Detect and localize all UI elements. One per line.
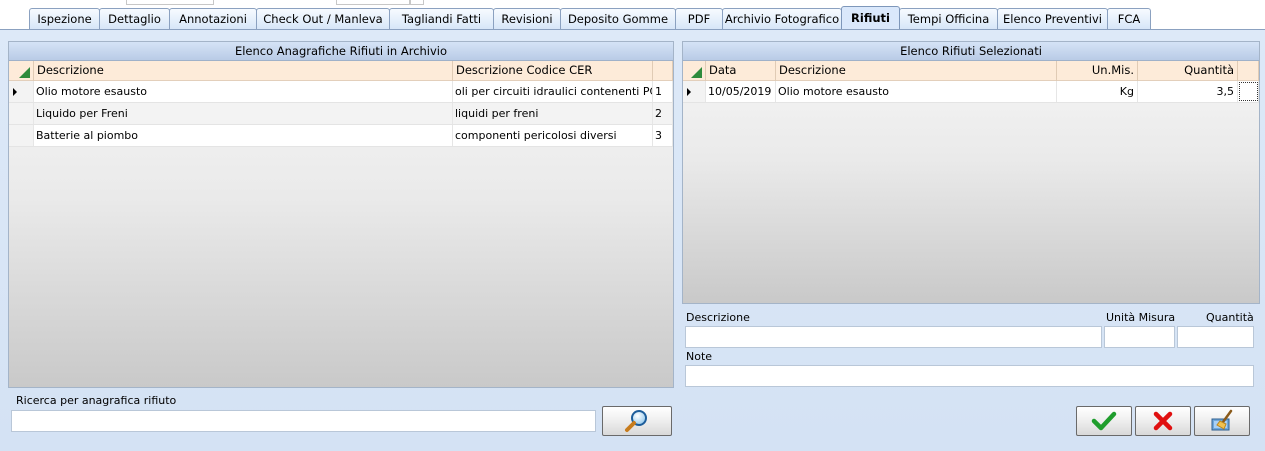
column-header-id[interactable] [653, 61, 673, 81]
row-cer[interactable]: liquidi per freni [453, 103, 653, 124]
quantita-label: Quantità [1206, 311, 1254, 324]
row-descrizione[interactable]: Liquido per Freni [34, 103, 453, 124]
rifiuti-panel: Elenco Anagrafiche Rifiuti in Archivio D… [0, 29, 1265, 451]
table-row[interactable]: Liquido per Freni liquidi per freni 2 [9, 103, 673, 125]
tab-deposito-gomme[interactable]: Deposito Gomme [560, 8, 676, 29]
row-pointer-icon[interactable] [9, 81, 34, 102]
descrizione-label: Descrizione [686, 311, 750, 324]
red-x-icon [1153, 411, 1173, 431]
row-descrizione[interactable]: Olio motore esausto [34, 81, 453, 102]
rifiuti-selezionati-grid[interactable]: Elenco Rifiuti Selezionati Data Descrizi… [682, 41, 1260, 304]
unita-misura-field[interactable] [1104, 326, 1175, 348]
tab-rifiuti[interactable]: Rifiuti [841, 6, 900, 29]
search-label: Ricerca per anagrafica rifiuto [16, 394, 177, 407]
partial-field-2 [336, 0, 410, 5]
note-field[interactable] [685, 365, 1254, 387]
column-header-filler [1238, 61, 1259, 81]
search-input[interactable] [11, 410, 596, 432]
checkmark-icon [1091, 411, 1117, 431]
tab-elenco-preventivi[interactable]: Elenco Preventivi [997, 8, 1108, 29]
column-header-descrizione[interactable]: Descrizione [34, 61, 453, 81]
table-row[interactable]: Olio motore esausto oli per circuiti idr… [9, 81, 673, 103]
row-data[interactable]: 10/05/2019 [706, 81, 776, 102]
column-header-un-mis[interactable]: Un.Mis. [1057, 61, 1138, 81]
row-id[interactable]: 2 [653, 103, 673, 124]
row-descrizione[interactable]: Olio motore esausto [776, 81, 1057, 102]
row-pointer-icon[interactable] [683, 81, 706, 102]
row-selector[interactable] [9, 125, 34, 146]
cancel-button[interactable] [1135, 406, 1191, 436]
anagrafiche-grid-title: Elenco Anagrafiche Rifiuti in Archivio [9, 42, 673, 61]
row-id[interactable]: 1 [653, 81, 673, 102]
descrizione-field[interactable] [685, 326, 1102, 348]
tab-pdf[interactable]: PDF [675, 8, 723, 29]
search-button[interactable] [602, 406, 672, 436]
column-header-descrizione-codice-cer[interactable]: Descrizione Codice CER [453, 61, 653, 81]
tab-tagliandi-fatti[interactable]: Tagliandi Fatti [389, 8, 494, 29]
row-cer[interactable]: oli per circuiti idraulici contenenti PC… [453, 81, 653, 102]
anagrafiche-grid-header: Descrizione Descrizione Codice CER [9, 61, 673, 81]
note-label: Note [686, 350, 713, 363]
tab-strip: Ispezione Dettaglio Annotazioni Check Ou… [29, 6, 1151, 29]
tab-revisioni[interactable]: Revisioni [493, 8, 561, 29]
column-header-quantita[interactable]: Quantità [1138, 61, 1238, 81]
column-header-data[interactable]: Data [706, 61, 776, 81]
quantita-field[interactable] [1177, 326, 1254, 348]
partial-field-3 [410, 0, 424, 5]
anagrafiche-grid[interactable]: Elenco Anagrafiche Rifiuti in Archivio D… [8, 41, 674, 388]
rifiuti-selezionati-grid-title: Elenco Rifiuti Selezionati [683, 42, 1259, 61]
table-row[interactable]: 10/05/2019 Olio motore esausto Kg 3,5 [683, 81, 1259, 103]
tab-ispezione[interactable]: Ispezione [29, 8, 100, 29]
tab-check-out-manleva[interactable]: Check Out / Manleva [256, 8, 390, 29]
confirm-button[interactable] [1076, 406, 1132, 436]
column-header-descrizione[interactable]: Descrizione [776, 61, 1057, 81]
row-id[interactable]: 3 [653, 125, 673, 146]
row-quantita[interactable]: 3,5 [1138, 81, 1238, 102]
select-all-corner-icon[interactable] [683, 61, 706, 81]
unita-misura-label: Unità Misura [1106, 311, 1176, 324]
row-selector[interactable] [9, 103, 34, 124]
broom-icon [1211, 409, 1233, 431]
row-focus-cell[interactable] [1238, 81, 1259, 102]
tab-archivio-fotografico[interactable]: Archivio Fotografico [722, 8, 842, 29]
clear-button[interactable] [1194, 406, 1250, 436]
table-row[interactable]: Batterie al piombo componenti pericolosi… [9, 125, 673, 147]
row-un-mis[interactable]: Kg [1057, 81, 1138, 102]
row-cer[interactable]: componenti pericolosi diversi [453, 125, 653, 146]
tab-fca[interactable]: FCA [1107, 8, 1151, 29]
select-all-corner-icon[interactable] [9, 61, 34, 81]
tab-tempi-officina[interactable]: Tempi Officina [899, 8, 998, 29]
partial-field-1 [126, 0, 214, 5]
row-descrizione[interactable]: Batterie al piombo [34, 125, 453, 146]
magnifier-icon [625, 410, 647, 432]
rifiuti-selezionati-grid-header: Data Descrizione Un.Mis. Quantità [683, 61, 1259, 81]
tab-dettaglio[interactable]: Dettaglio [99, 8, 170, 29]
tab-annotazioni[interactable]: Annotazioni [169, 8, 257, 29]
